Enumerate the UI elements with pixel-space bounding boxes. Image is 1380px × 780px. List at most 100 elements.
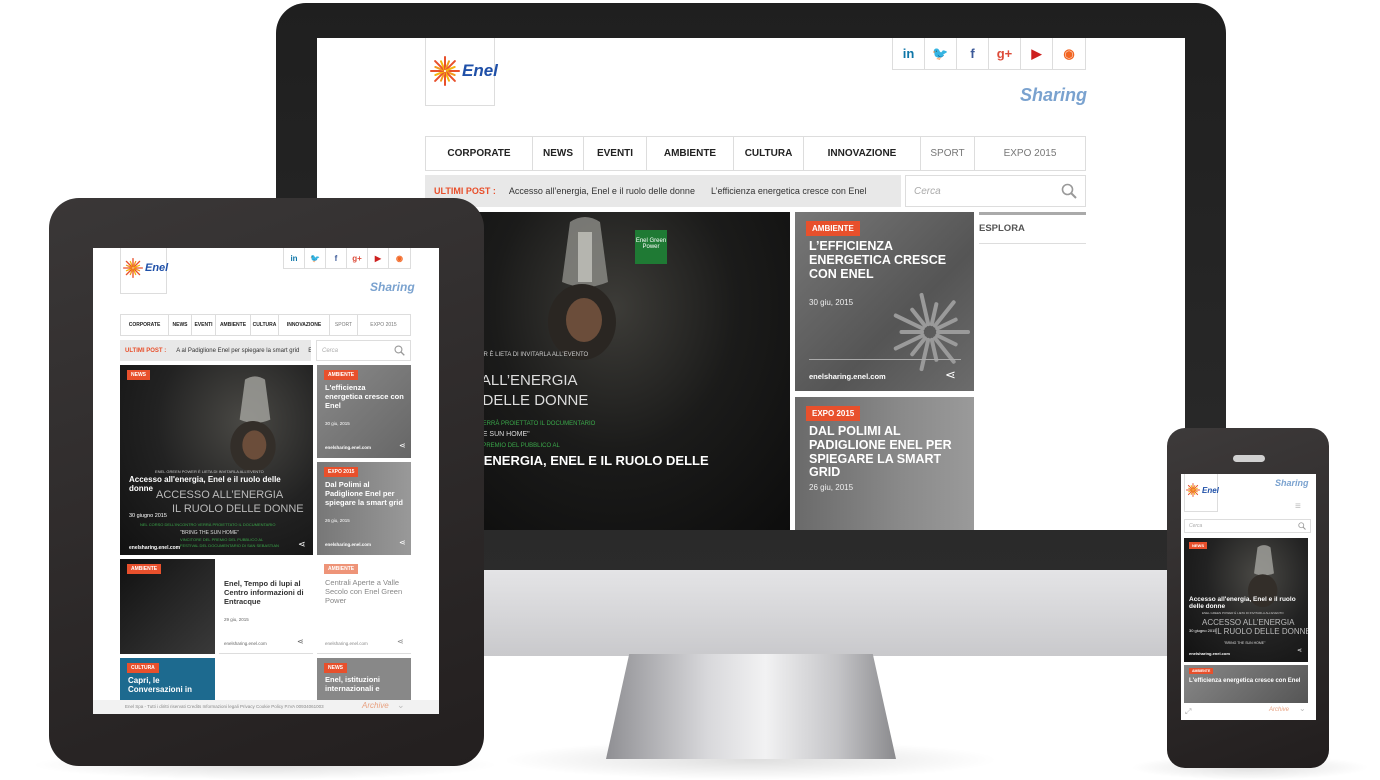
nav-item-ambiente[interactable]: AMBIENTE <box>647 137 734 170</box>
category-tag[interactable]: AMBIENTE <box>324 370 359 380</box>
article-card-efficienza[interactable]: AMBIENTE L'efficienza energetica cresce … <box>1184 665 1308 703</box>
card-site[interactable]: enelsharing.enel.com <box>325 641 368 646</box>
nav-item-eventi[interactable]: EVENTI <box>192 315 216 335</box>
category-tag[interactable]: NEWS <box>324 663 347 673</box>
nav-item-innovazione[interactable]: INNOVAZIONE <box>804 137 921 170</box>
esplora-heading[interactable]: ESPLORA <box>979 223 1025 234</box>
share-icon[interactable]: ⋖ <box>945 367 956 383</box>
card-site[interactable]: enelsharing.enel.com <box>325 445 371 450</box>
card-title[interactable]: Enel, istituzioni internazionali e <box>325 675 405 693</box>
search-icon[interactable] <box>1298 522 1306 530</box>
category-tag[interactable]: CULTURA <box>127 663 159 673</box>
article-card-polimi[interactable]: EXPO 2015 Dal Polimi al Padiglione Enel … <box>317 462 411 555</box>
search-box[interactable]: Cerca <box>316 340 411 361</box>
logo-box[interactable]: Enel <box>1184 474 1219 512</box>
ticker-item[interactable]: Accesso all’energia, Enel e il ruolo del… <box>509 186 695 196</box>
category-tag[interactable]: AMBIENTE <box>1189 668 1214 674</box>
share-icon[interactable]: ⋖ <box>397 637 404 646</box>
card-site[interactable]: enelsharing.enel.com <box>129 545 180 551</box>
card-title[interactable]: Enel, Tempo di lupi al Centro informazio… <box>224 579 310 606</box>
article-card-lupi-image[interactable]: AMBIENTE <box>120 559 215 654</box>
article-card-centrali[interactable]: AMBIENTE Centrali Aperte a Valle Secolo … <box>317 559 411 654</box>
nav-item-corporate[interactable]: CORPORATE <box>426 137 533 170</box>
nav-item-cultura[interactable]: CULTURA <box>251 315 279 335</box>
share-icon[interactable]: ⋖ <box>1297 647 1302 654</box>
ticker-item[interactable]: E <box>308 348 311 354</box>
search-input[interactable]: Cerca <box>1189 523 1202 529</box>
enel-logo[interactable]: Enel <box>123 258 168 278</box>
expand-icon[interactable]: ⤢ <box>1185 707 1191 717</box>
linkedin-icon[interactable]: in <box>893 38 925 69</box>
card-site[interactable]: enelsharing.enel.com <box>809 372 886 381</box>
share-icon[interactable]: ⋖ <box>297 637 304 646</box>
enel-logo[interactable]: Enel <box>1186 483 1219 497</box>
rss-icon[interactable]: ◉ <box>389 248 410 268</box>
category-tag[interactable]: EXPO 2015 <box>806 406 861 421</box>
nav-item-eventi[interactable]: EVENTI <box>584 137 647 170</box>
nav-item-cultura[interactable]: CULTURA <box>734 137 804 170</box>
nav-item-news[interactable]: NEWS <box>169 315 192 335</box>
googleplus-icon[interactable]: g+ <box>989 38 1021 69</box>
chevron-down-icon[interactable]: ⌄ <box>397 700 405 711</box>
hero-title[interactable]: Accesso all'energia, Enel e il ruolo del… <box>1189 596 1305 611</box>
search-icon[interactable] <box>1061 183 1077 199</box>
facebook-icon[interactable]: f <box>957 38 989 69</box>
card-title[interactable]: L’EFFICIENZA ENERGETICA CRESCE CON ENEL <box>809 239 959 281</box>
youtube-icon[interactable]: ▶ <box>368 248 389 268</box>
category-tag[interactable]: AMBIENTE <box>324 564 359 574</box>
facebook-icon[interactable]: f <box>326 248 347 268</box>
nav-item-expo-2015[interactable]: EXPO 2015 <box>358 315 409 335</box>
nav-item-sport[interactable]: SPORT <box>921 137 975 170</box>
footer-links[interactable]: Enel Spa - Tutti i diritti riservati Cre… <box>125 704 324 709</box>
share-icon[interactable]: ⋖ <box>399 538 406 547</box>
category-tag[interactable]: AMBIENTE <box>127 564 162 574</box>
nav-item-expo-2015[interactable]: EXPO 2015 <box>975 137 1085 170</box>
archive-link[interactable]: Archive <box>362 701 389 710</box>
card-title[interactable]: L'efficienza energetica cresce con Enel <box>1189 678 1305 685</box>
card-title[interactable]: L'efficienza energetica cresce con Enel <box>325 383 405 410</box>
ticker-item[interactable]: A al Padiglione Enel per spiegare la sma… <box>176 348 299 354</box>
article-card-efficienza[interactable]: AMBIENTE L'efficienza energetica cresce … <box>317 365 411 458</box>
enel-logo[interactable]: Enel <box>430 56 498 86</box>
article-card-efficienza[interactable]: AMBIENTE L’EFFICIENZA ENERGETICA CRESCE … <box>795 212 974 391</box>
card-site[interactable]: enelsharing.enel.com <box>1189 651 1230 656</box>
nav-item-corporate[interactable]: CORPORATE <box>121 315 169 335</box>
category-tag[interactable]: EXPO 2015 <box>324 467 359 477</box>
card-title[interactable]: DAL POLIMI AL PADIGLIONE ENEL PER SPIEGA… <box>809 424 961 480</box>
twitter-icon[interactable]: 🐦 <box>925 38 957 69</box>
share-icon[interactable]: ⋖ <box>298 539 306 550</box>
search-input[interactable]: Cerca <box>322 348 338 354</box>
share-icon[interactable]: ⋖ <box>399 441 406 450</box>
googleplus-icon[interactable]: g+ <box>347 248 368 268</box>
logo-box[interactable]: Enel <box>425 38 498 106</box>
ticker-item[interactable]: L’efficienza energetica cresce con Enel <box>711 186 866 196</box>
hero-article-card[interactable]: NEWS Accesso all'energia, Enel e il ruol… <box>1184 538 1308 662</box>
search-input[interactable]: Cerca <box>914 186 941 197</box>
logo-box[interactable]: Enel <box>120 248 168 294</box>
rss-icon[interactable]: ◉ <box>1053 38 1085 69</box>
nav-item-innovazione[interactable]: INNOVAZIONE <box>279 315 330 335</box>
nav-item-ambiente[interactable]: AMBIENTE <box>216 315 251 335</box>
card-title[interactable]: Dal Polimi al Padiglione Enel per spiega… <box>325 480 407 507</box>
youtube-icon[interactable]: ▶ <box>1021 38 1053 69</box>
category-tag[interactable]: NEWS <box>1189 542 1207 549</box>
twitter-icon[interactable]: 🐦 <box>305 248 326 268</box>
menu-icon[interactable]: ≡ <box>1295 501 1301 512</box>
nav-item-sport[interactable]: SPORT <box>330 315 358 335</box>
card-title[interactable]: Centrali Aperte a Valle Secolo con Enel … <box>325 578 409 605</box>
article-card-lupi-text[interactable]: Enel, Tempo di lupi al Centro informazio… <box>219 559 313 654</box>
nav-item-news[interactable]: NEWS <box>533 137 584 170</box>
hero-article-card[interactable]: NEWS ENEL GREEN POWER È LIETA DI INVITAR… <box>120 365 313 555</box>
chevron-down-icon[interactable]: ⌄ <box>1299 704 1306 713</box>
search-box[interactable]: Cerca <box>905 175 1086 207</box>
search-icon[interactable] <box>394 345 405 356</box>
article-card-polimi[interactable]: EXPO 2015 DAL POLIMI AL PADIGLIONE ENEL … <box>795 397 974 530</box>
linkedin-icon[interactable]: in <box>284 248 305 268</box>
card-title[interactable]: Capri, le Conversazioni in <box>128 676 208 694</box>
category-tag[interactable]: NEWS <box>127 370 150 380</box>
archive-link[interactable]: Archive <box>1269 707 1289 713</box>
search-box[interactable]: Cerca <box>1184 519 1311 533</box>
card-site[interactable]: enelsharing.enel.com <box>325 542 371 547</box>
card-site[interactable]: enelsharing.enel.com <box>224 641 267 646</box>
category-tag[interactable]: AMBIENTE <box>806 221 860 236</box>
